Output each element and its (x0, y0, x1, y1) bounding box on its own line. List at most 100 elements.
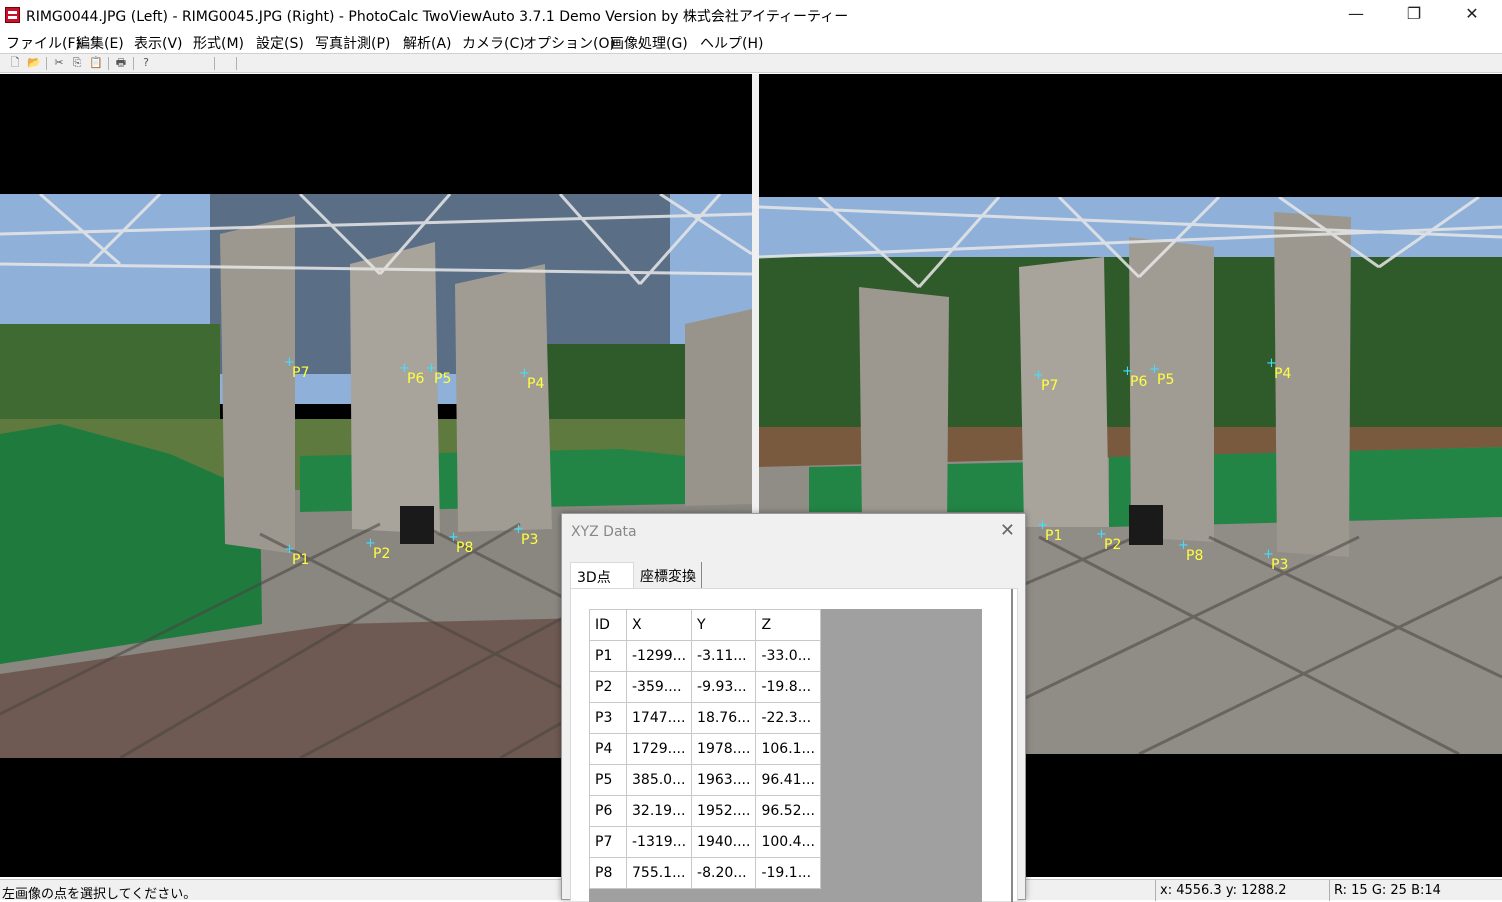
table-cell[interactable]: P4 (589, 733, 627, 765)
point-label[interactable]: P3 (513, 522, 539, 548)
table-cell[interactable]: -8.20... (691, 857, 757, 889)
window-title: RIMG0044.JPG (Left) - RIMG0045.JPG (Righ… (26, 9, 849, 25)
copy-icon[interactable]: ⎘ (70, 56, 84, 70)
point-label[interactable]: P1 (1037, 518, 1063, 544)
column-header-y[interactable]: Y (691, 609, 757, 641)
toolbar-separator (46, 57, 47, 70)
table-cell[interactable]: P5 (589, 764, 627, 796)
table-cell[interactable]: 96.41... (755, 764, 821, 796)
point-label[interactable]: P6 (399, 361, 425, 387)
table-cell[interactable]: -19.1... (755, 857, 821, 889)
maximize-button[interactable]: ❐ (1385, 0, 1443, 30)
point-label[interactable]: P4 (519, 366, 545, 392)
toolbar-separator (214, 57, 215, 70)
point-label[interactable]: P7 (284, 355, 310, 381)
table-cell[interactable]: 1952.... (691, 795, 757, 827)
table-cell[interactable]: -3.11... (691, 640, 757, 672)
point-label[interactable]: P7 (1033, 368, 1059, 394)
point-label[interactable]: P1 (284, 542, 310, 568)
table-cell[interactable]: 755.1... (625, 857, 693, 889)
paste-icon[interactable]: 📋 (89, 56, 103, 70)
table-cell[interactable]: P6 (589, 795, 627, 827)
dialog-title: XYZ Data (571, 524, 637, 540)
dialog-close-button[interactable]: ✕ (1000, 520, 1015, 541)
table-row[interactable]: P3 1747.... 18.76... -22.3... (589, 702, 821, 734)
point-label[interactable]: P2 (1096, 527, 1122, 553)
table-cell[interactable]: P1 (589, 640, 627, 672)
table-row[interactable]: P2 -359.... -9.93... -19.8... (589, 671, 821, 703)
menu-photo-measure[interactable]: 写真計測(P) (315, 33, 390, 53)
open-icon[interactable]: 📂 (27, 56, 41, 70)
table-cell[interactable]: P8 (589, 857, 627, 889)
menu-settings[interactable]: 設定(S) (256, 33, 304, 53)
status-coordinates: x: 4556.3 y: 1288.2 (1155, 880, 1327, 901)
point-label[interactable]: P6 (1122, 364, 1148, 390)
table-cell[interactable]: -359.... (625, 671, 693, 703)
point-label[interactable]: P8 (448, 530, 474, 556)
print-icon[interactable]: 🖶 (114, 56, 128, 70)
toolbar-separator (108, 57, 109, 70)
table-row[interactable]: P8 755.1... -8.20... -19.1... (589, 857, 821, 889)
point-label[interactable]: P5 (1149, 362, 1175, 388)
table-row[interactable]: P6 32.19... 1952.... 96.52... (589, 795, 821, 827)
status-rgb: R: 15 G: 25 B:14 (1329, 880, 1502, 901)
menu-help[interactable]: ヘルプ(H) (700, 33, 763, 53)
point-label[interactable]: P8 (1178, 538, 1204, 564)
table-cell[interactable]: P3 (589, 702, 627, 734)
table-cell[interactable]: 106.1... (755, 733, 821, 765)
table-cell[interactable]: 1747.... (625, 702, 693, 734)
xyz-grid[interactable]: ID X Y Z P1 -1299... -3.11... -33.0... P… (589, 609, 982, 902)
menu-view[interactable]: 表示(V) (134, 33, 183, 53)
menu-file[interactable]: ファイル(F) (6, 33, 81, 53)
dialog-scrollbar[interactable] (1011, 589, 1013, 902)
table-row[interactable]: P4 1729.... 1978.... 106.1... (589, 733, 821, 765)
app-icon[interactable] (5, 7, 20, 23)
point-label[interactable]: P2 (365, 536, 391, 562)
new-icon[interactable]: 🗋 (8, 56, 22, 70)
menu-image-processing[interactable]: 画像処理(G) (610, 33, 688, 53)
toolbar-separator (133, 57, 134, 70)
help-icon[interactable]: ? (139, 56, 153, 70)
table-cell[interactable]: -22.3... (755, 702, 821, 734)
table-cell[interactable]: P7 (589, 826, 627, 858)
column-header-id[interactable]: ID (589, 609, 627, 641)
table-cell[interactable]: -9.93... (691, 671, 757, 703)
column-header-z[interactable]: Z (755, 609, 821, 641)
table-cell[interactable]: 96.52... (755, 795, 821, 827)
menu-edit[interactable]: 編集(E) (76, 33, 124, 53)
toolbar-separator (236, 57, 237, 70)
table-cell[interactable]: 32.19... (625, 795, 693, 827)
menu-analysis[interactable]: 解析(A) (403, 33, 452, 53)
column-header-x[interactable]: X (625, 609, 693, 641)
table-header-row: ID X Y Z (589, 609, 821, 641)
status-message: 左画像の点を選択してください。 (2, 887, 197, 902)
menu-camera[interactable]: カメラ(C) (462, 33, 525, 53)
table-cell[interactable]: 1729.... (625, 733, 693, 765)
cut-icon[interactable]: ✂ (52, 56, 66, 70)
table-cell[interactable]: 1978.... (691, 733, 757, 765)
table-cell[interactable]: 18.76... (691, 702, 757, 734)
table-row[interactable]: P5 385.0... 1963.... 96.41... (589, 764, 821, 796)
point-label[interactable]: P4 (1266, 356, 1292, 382)
menu-bar: ファイル(F) 編集(E) 表示(V) 形式(M) 設定(S) 写真計測(P) … (0, 30, 1502, 53)
close-button[interactable]: ✕ (1443, 0, 1501, 30)
table-row[interactable]: P1 -1299... -3.11... -33.0... (589, 640, 821, 672)
table-cell[interactable]: -33.0... (755, 640, 821, 672)
menu-options[interactable]: オプション(O) (523, 33, 615, 53)
title-bar: RIMG0044.JPG (Left) - RIMG0045.JPG (Righ… (0, 0, 1502, 30)
tab-coordinate-transform[interactable]: 座標変換 (634, 562, 702, 588)
table-cell[interactable]: 1940.... (691, 826, 757, 858)
table-cell[interactable]: 100.4... (755, 826, 821, 858)
menu-format[interactable]: 形式(M) (193, 33, 244, 53)
table-row[interactable]: P7 -1319... 1940.... 100.4... (589, 826, 821, 858)
table-cell[interactable]: -19.8... (755, 671, 821, 703)
table-cell[interactable]: 1963.... (691, 764, 757, 796)
table-cell[interactable]: P2 (589, 671, 627, 703)
table-cell[interactable]: -1299... (625, 640, 693, 672)
point-label[interactable]: P3 (1263, 547, 1289, 573)
point-label[interactable]: P5 (426, 361, 452, 387)
table-cell[interactable]: -1319... (625, 826, 693, 858)
table-cell[interactable]: 385.0... (625, 764, 693, 796)
minimize-button[interactable]: — (1327, 0, 1385, 30)
tab-3d-points[interactable]: 3D点 (570, 562, 634, 588)
